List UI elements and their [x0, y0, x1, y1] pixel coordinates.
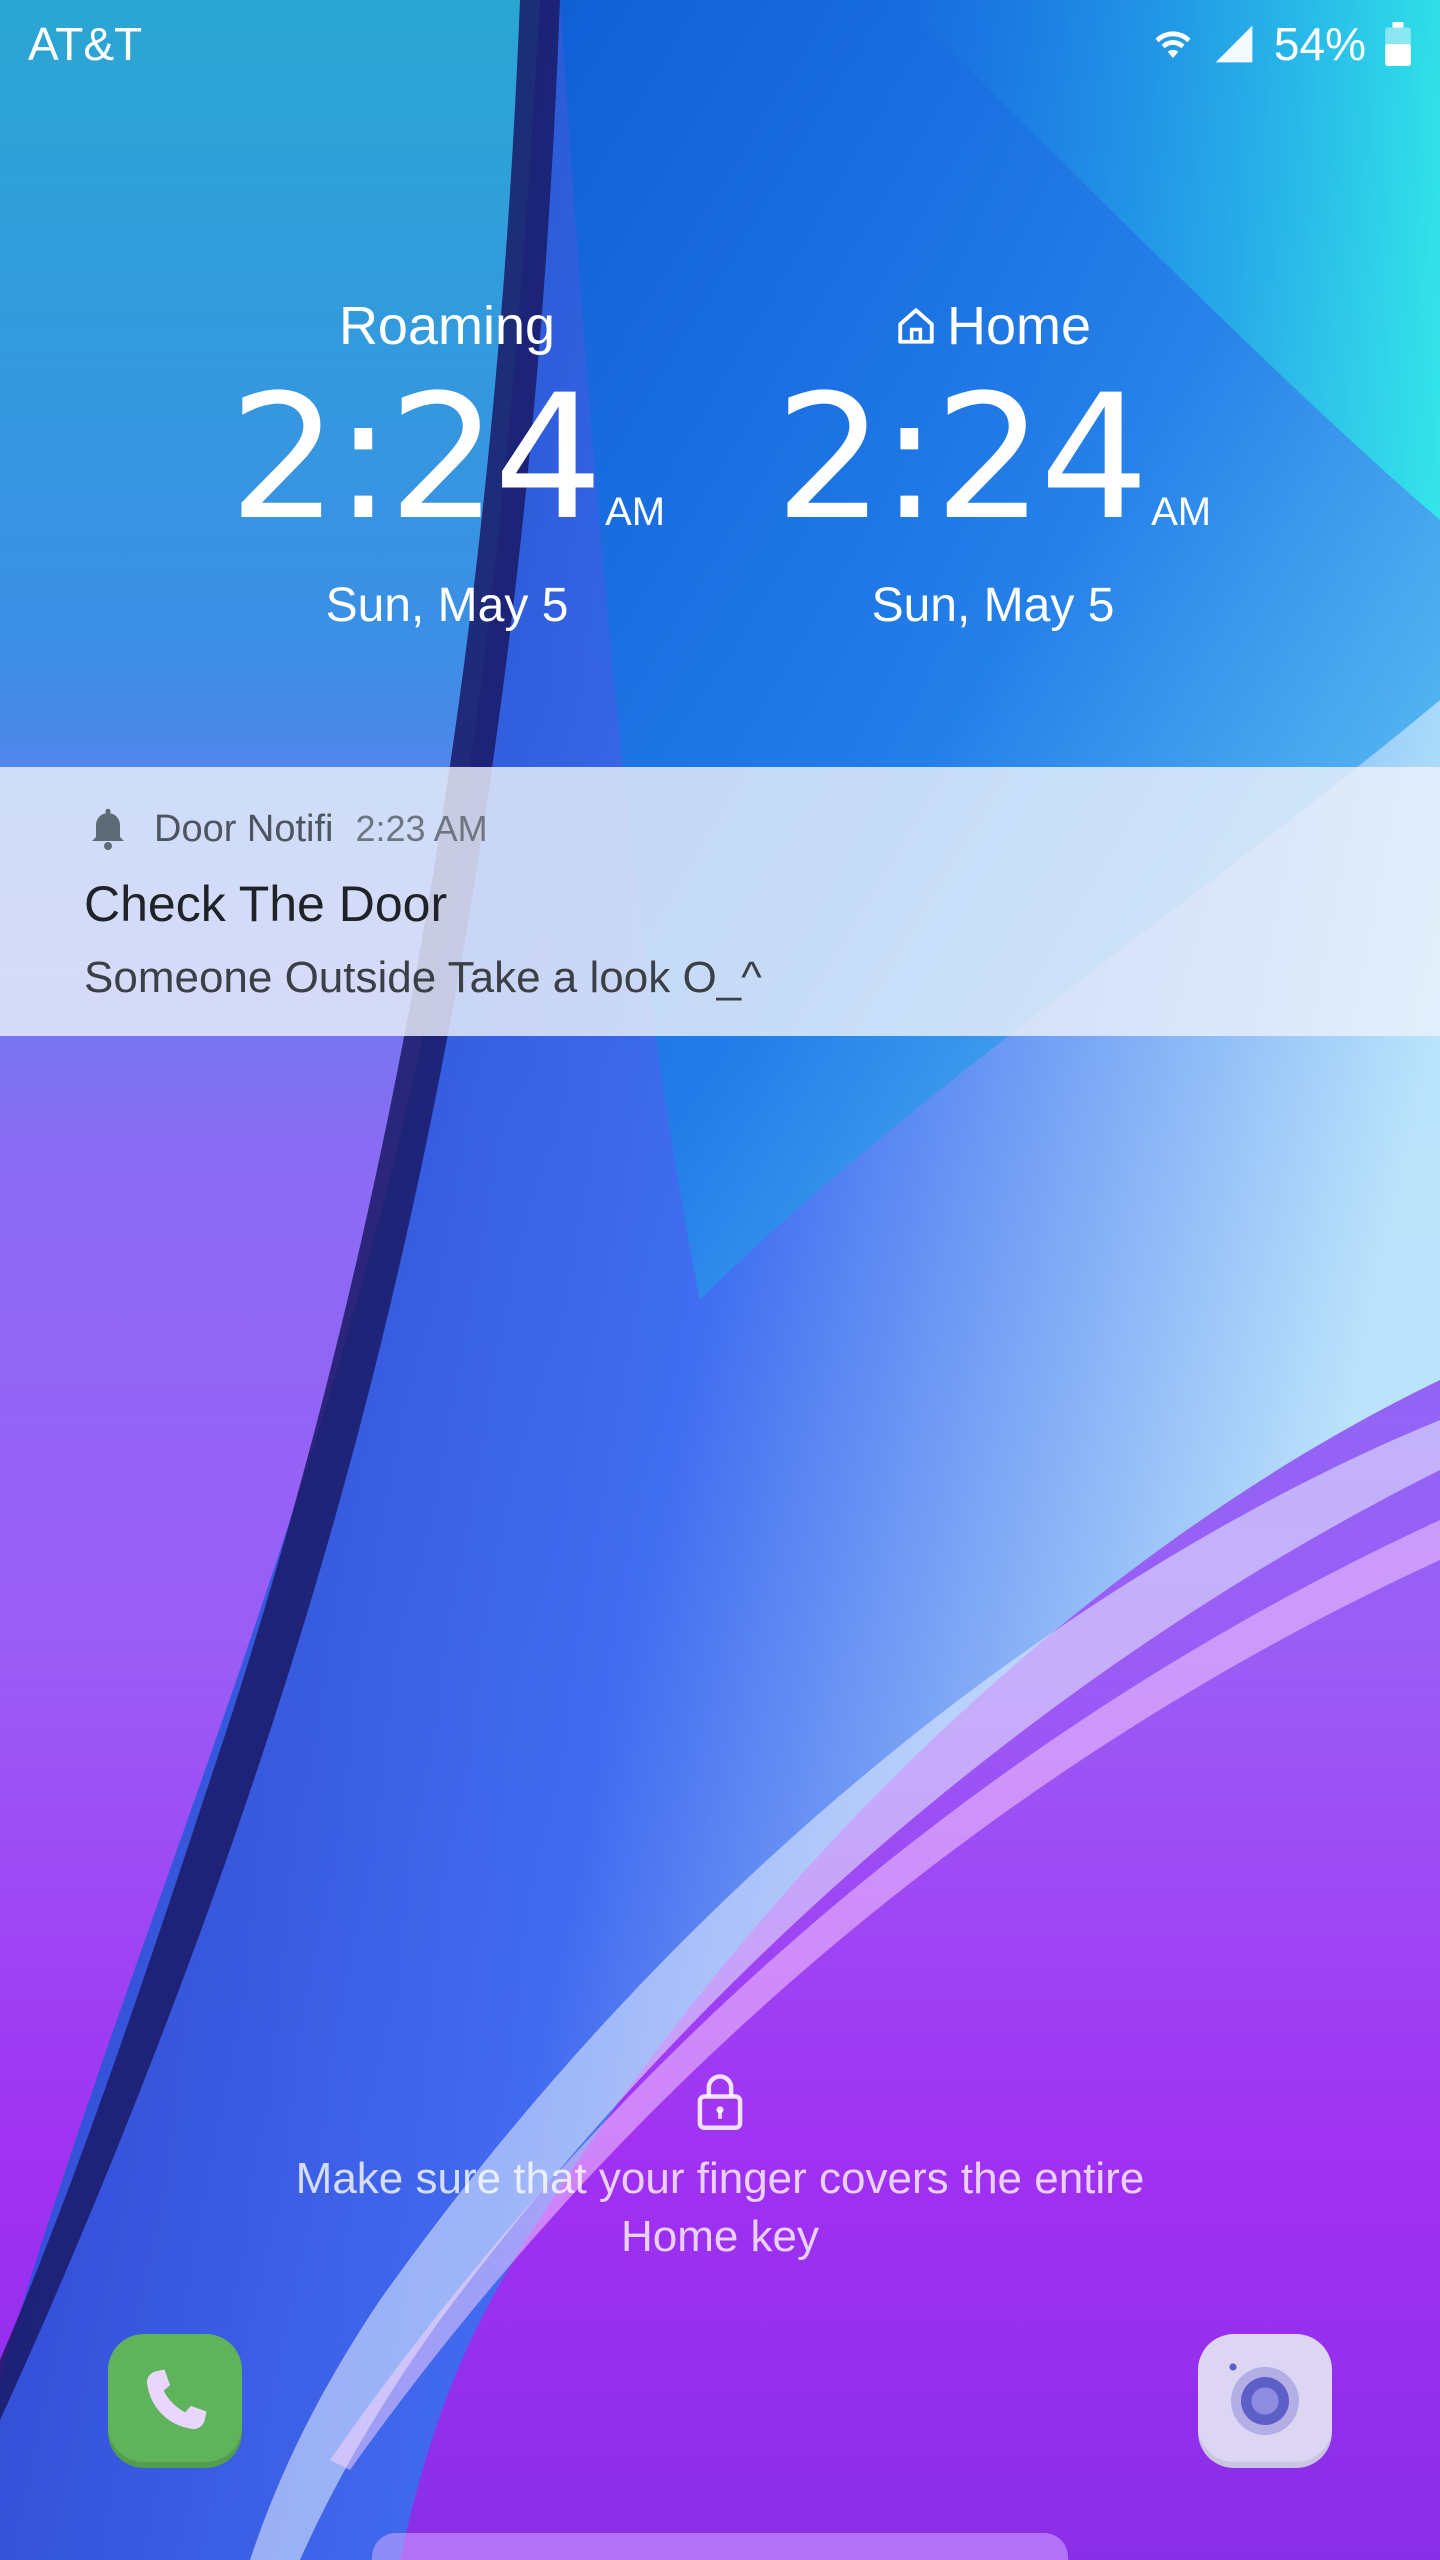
notification-title: Check The Door [84, 876, 448, 932]
clock-digits: 2:24 [774, 357, 1149, 558]
clock-label-text: Home [946, 296, 1092, 356]
status-icons: 54% [1152, 17, 1412, 71]
phone-icon [146, 2369, 207, 2430]
fingerprint-hint: Make sure that your finger covers the en… [120, 2150, 1320, 2266]
camera-shortcut[interactable] [1198, 2334, 1332, 2468]
bottom-handle[interactable] [372, 2533, 1068, 2560]
clock-date: Sun, May 5 [325, 579, 569, 632]
clock-digits: 2:24 [228, 357, 603, 558]
clock-label: Home [783, 290, 1203, 362]
camera-icon [1229, 2363, 1299, 2435]
wifi-icon [1155, 31, 1191, 58]
lock-icon [697, 2074, 743, 2130]
clock-ampm: AM [605, 490, 666, 534]
carrier-label: AT&T [28, 18, 143, 70]
notification-app-name: Door Notifi [154, 807, 334, 850]
clock-label-text: Roaming [338, 296, 556, 356]
hint-line-2: Home key [620, 2212, 820, 2261]
home-clock: Home 2:24 AM Sun, May 5 [775, 290, 1211, 633]
notification-body: Someone Outside Take a look O_^ [84, 953, 762, 1002]
clock-time: 2:24 AM [229, 372, 665, 544]
battery-percent: 54% [1273, 18, 1366, 70]
clock-label: Roaming [237, 290, 657, 362]
battery-icon [1385, 22, 1411, 66]
roaming-clock: Roaming 2:24 AM Sun, May 5 [229, 290, 665, 633]
notification-card[interactable]: Door Notifi 2:23 AM Check The Door Someo… [0, 767, 1440, 1036]
lock-screen: AT&T 54% Roaming 2:24 AM Sun, May 5 Home… [0, 0, 1440, 2560]
notification-header: Door Notifi 2:23 AM [84, 797, 1356, 861]
notification-time: 2:23 AM [355, 808, 488, 849]
clock-date: Sun, May 5 [871, 579, 1115, 632]
phone-shortcut[interactable] [108, 2334, 242, 2468]
signal-icon [1215, 25, 1253, 63]
clock-ampm: AM [1151, 490, 1212, 534]
bell-icon [92, 808, 124, 850]
status-bar: AT&T 54% [0, 0, 1440, 88]
hint-line-1: Make sure that your finger covers the en… [295, 2154, 1145, 2203]
clock-time: 2:24 AM [775, 372, 1211, 544]
home-icon [898, 308, 934, 344]
